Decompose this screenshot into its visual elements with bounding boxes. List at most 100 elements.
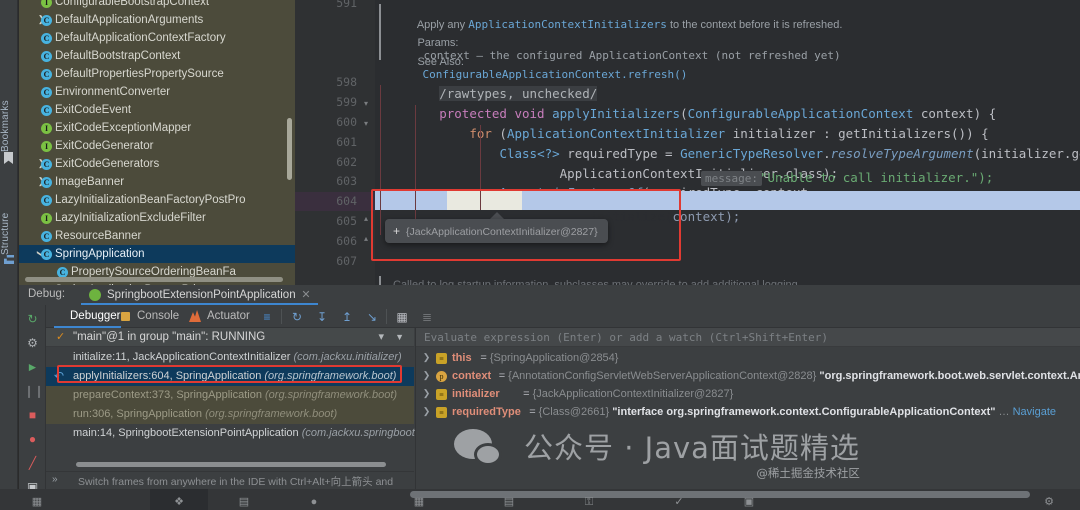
expand-icon[interactable]: +: [393, 224, 400, 238]
indent-guide: [415, 105, 416, 230]
step-into-icon[interactable]: ↧: [314, 309, 330, 325]
tab-actuator-label: Actuator: [207, 310, 250, 322]
sidebar-item-bookmarks[interactable]: Bookmarks: [0, 96, 18, 152]
class-tree-item-label: EnvironmentConverter: [55, 86, 171, 98]
code-editor[interactable]: 591 598 599 600 601 602 603 604 605 606 …: [295, 0, 1080, 285]
fold-marker-icon[interactable]: ▾: [361, 99, 371, 109]
stop-button[interactable]: ■: [24, 407, 41, 424]
class-tree-item[interactable]: I ExitCodeGenerator: [19, 137, 295, 155]
class-tree-item[interactable]: C ExitCodeEvent: [19, 101, 295, 119]
taskbar-item-active[interactable]: ❖: [150, 489, 208, 510]
stack-frame-row[interactable]: prepareContext:373, SpringApplication (o…: [46, 386, 414, 405]
class-tree-item[interactable]: I LazyInitializationExcludeFilter: [19, 209, 295, 227]
resume-program-button[interactable]: ►: [24, 359, 41, 376]
chevron-right-icon[interactable]: ❯: [422, 407, 431, 416]
thread-label: "main"@1 in group "main": RUNNING: [73, 331, 266, 343]
taskbar-item[interactable]: ⚙: [1020, 489, 1078, 510]
string-literal-unable: "Unable to call initializer.");: [760, 170, 994, 185]
class-tree-item[interactable]: C DefaultPropertiesPropertySource: [19, 65, 295, 83]
class-tree-panel[interactable]: IConfigurableBootstrapContext❯CDefaultAp…: [19, 0, 295, 285]
chevron-down-icon[interactable]: ▼: [395, 333, 404, 342]
taskbar-item[interactable]: ✓: [650, 489, 708, 510]
class-tree-item[interactable]: I ConfigurableBootstrapContext: [19, 0, 295, 11]
more-frames-icon[interactable]: »: [52, 474, 58, 485]
mute-breakpoints-button[interactable]: ╱: [24, 455, 41, 472]
tree-vertical-scrollbar[interactable]: [287, 118, 292, 180]
class-tree-item-label: LazyInitializationBeanFactoryPostPro: [55, 194, 246, 206]
class-icon: C: [57, 266, 68, 278]
class-tree-item-label: ImageBanner: [55, 176, 125, 188]
pause-program-button[interactable]: ❙❙: [24, 383, 44, 400]
code-text-area[interactable]: Apply any ApplicationContextInitializers…: [375, 0, 1080, 285]
frames-horizontal-scrollbar[interactable]: [76, 462, 386, 467]
debug-run-config-tab[interactable]: SpringbootExtensionPointApplication ✕: [81, 285, 318, 305]
taskbar-item[interactable]: ⚿: [560, 489, 618, 510]
taskbar-item[interactable]: ▤: [480, 489, 538, 510]
class-tree-item[interactable]: C DefaultApplicationContextFactory: [19, 29, 295, 47]
tab-actuator[interactable]: Actuator: [189, 305, 250, 328]
fold-marker-icon[interactable]: ▴: [361, 214, 371, 224]
arg-context: context: [672, 209, 726, 224]
run-to-cursor-icon[interactable]: ↘: [364, 309, 380, 325]
edit-icon: ✓: [674, 496, 684, 508]
stack-frame-row[interactable]: initialize:11, JackApplicationContextIni…: [46, 348, 414, 367]
class-tree-item[interactable]: ❯CSpringApplication: [19, 245, 295, 263]
class-tree-item[interactable]: C LazyInitializationBeanFactoryPostPro: [19, 191, 295, 209]
variable-row[interactable]: ❯ ≡ this = {SpringApplication@2854}: [416, 349, 1080, 367]
sidebar-item-structure[interactable]: Structure: [0, 200, 18, 255]
stack-frame-row[interactable]: ↶ applyInitializers:604, SpringApplicatio…: [46, 367, 414, 386]
class-tree-item[interactable]: ❯CExitCodeGenerators: [19, 155, 295, 173]
class-tree-item[interactable]: C EnvironmentConverter: [19, 83, 295, 101]
stack-frame-row[interactable]: run:306, SpringApplication (org.springfr…: [46, 405, 414, 424]
chevron-right-icon[interactable]: ❯: [422, 371, 431, 380]
local-variable-icon: ≡: [436, 406, 447, 418]
variables-panel[interactable]: Evaluate expression (Enter) or add a wat…: [415, 328, 1080, 489]
user-icon: ●: [310, 496, 318, 508]
class-tree-item-label: ExitCodeGenerator: [55, 140, 154, 152]
debug-header: Debug: SpringbootExtensionPointApplicati…: [19, 285, 1080, 305]
settings-icon[interactable]: ≣: [419, 309, 435, 325]
class-tree-item[interactable]: I ExitCodeExceptionMapper: [19, 119, 295, 137]
line-number: 605: [336, 214, 357, 228]
stack-frame-row[interactable]: main:14, SpringbootExtensionPointApplica…: [46, 424, 436, 443]
tree-horizontal-scrollbar[interactable]: [25, 277, 283, 282]
taskbar-item[interactable]: ▦: [390, 489, 448, 510]
tab-debugger-label: Debugger: [70, 310, 121, 322]
view-breakpoints-button[interactable]: ●: [24, 431, 41, 448]
step-out-icon[interactable]: ↥: [339, 309, 355, 325]
javadoc-left-bar: [379, 4, 381, 60]
frames-panel[interactable]: ✓ "main"@1 in group "main": RUNNING ▾ ▼ …: [46, 328, 438, 503]
navigate-link[interactable]: Navigate: [1013, 406, 1056, 418]
taskbar-item[interactable]: ▦: [8, 489, 66, 510]
chevron-right-icon[interactable]: ❯: [422, 389, 431, 398]
show-execution-point-icon[interactable]: ≡: [259, 309, 275, 325]
variable-object-ref: {Class@2661}: [538, 406, 613, 418]
variable-row[interactable]: ❯ ≡ requiredType = {Class@2661} "interface …: [416, 403, 1080, 421]
fold-marker-icon[interactable]: ▴: [361, 234, 371, 244]
step-over-icon[interactable]: ↻: [289, 309, 305, 325]
filter-icon[interactable]: ▾: [378, 332, 384, 343]
toolbar-separator: [281, 309, 282, 324]
taskbar-item[interactable]: ●: [285, 489, 343, 510]
editor-gutter[interactable]: 591 598 599 600 601 602 603 604 605 606 …: [295, 0, 375, 285]
variable-row[interactable]: ❯ ≡ initializer = {JackApplicationContextIn…: [416, 385, 1080, 403]
class-tree-item[interactable]: ❯CImageBanner: [19, 173, 295, 191]
close-icon[interactable]: ✕: [301, 288, 310, 302]
variable-row[interactable]: ❯ p context = {AnnotationConfigServletWebSe…: [416, 367, 1080, 385]
evaluate-expression-icon[interactable]: ▦: [394, 309, 410, 325]
rerun-button[interactable]: ↻: [24, 311, 41, 328]
tab-debugger[interactable]: Debugger: [54, 305, 121, 328]
thread-selector[interactable]: ✓ "main"@1 in group "main": RUNNING ▾ ▼: [46, 328, 414, 347]
chevron-right-icon[interactable]: ❯: [422, 353, 431, 362]
class-tree-item[interactable]: C ResourceBanner: [19, 227, 295, 245]
tab-console[interactable]: Console: [121, 305, 179, 328]
edit-configurations-button[interactable]: ⚙: [24, 335, 41, 352]
line-number: 603: [336, 174, 357, 188]
taskbar-item[interactable]: ▣: [720, 489, 778, 510]
evaluate-expression-input[interactable]: Evaluate expression (Enter) or add a wat…: [416, 328, 1080, 347]
taskbar-item[interactable]: ▤: [215, 489, 273, 510]
class-tree-item[interactable]: C DefaultBootstrapContext: [19, 47, 295, 65]
fold-marker-icon[interactable]: ▾: [361, 119, 371, 129]
inlay-value-tooltip[interactable]: + {JackApplicationContextInitializer@2827…: [385, 219, 608, 243]
class-tree-item[interactable]: ❯CDefaultApplicationArguments: [19, 11, 295, 29]
